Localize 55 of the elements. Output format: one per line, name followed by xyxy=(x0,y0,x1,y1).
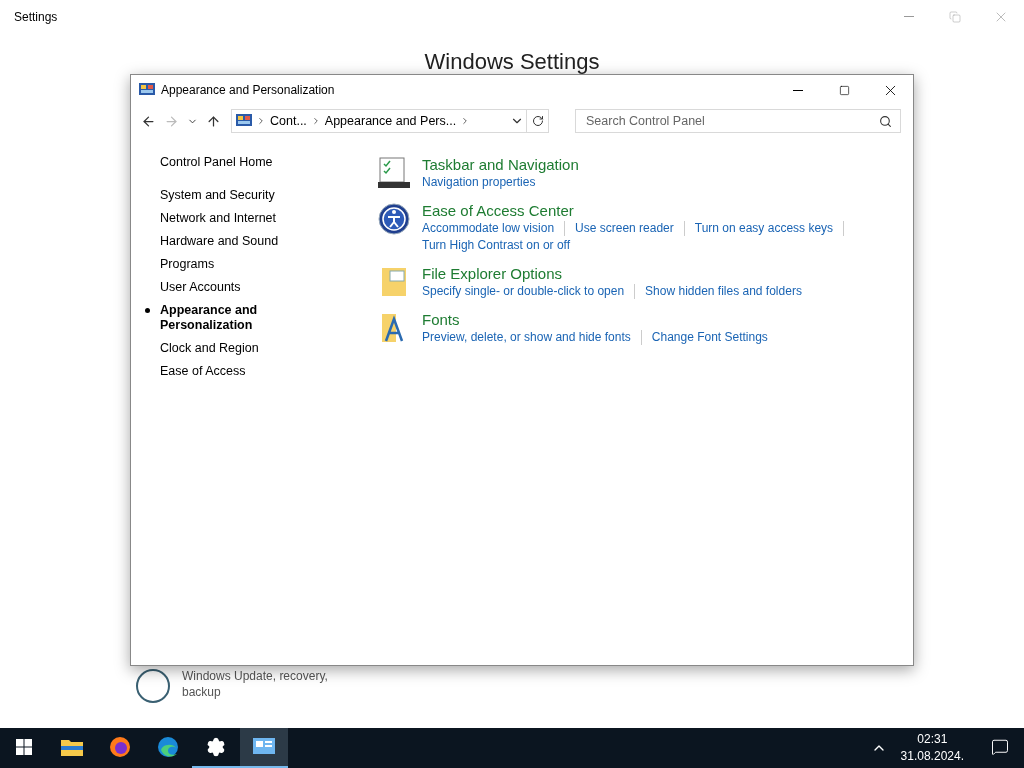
window-title: Settings xyxy=(14,9,58,24)
task-link[interactable]: Accommodate low vision xyxy=(422,221,566,236)
sidebar-item[interactable]: User Accounts xyxy=(144,280,241,295)
restore-icon xyxy=(949,10,961,23)
search-field[interactable]: Search Control Panel xyxy=(575,109,901,133)
sidebar-item[interactable]: Hardware and Sound xyxy=(144,234,279,249)
accessibility-icon xyxy=(378,203,410,235)
sidebar-item[interactable]: Network and Internet xyxy=(144,211,277,226)
category-title[interactable]: Taskbar and Navigation xyxy=(422,155,579,175)
settings-icon xyxy=(206,737,226,757)
task-link[interactable]: Use screen reader xyxy=(575,221,685,236)
category-title[interactable]: File Explorer Options xyxy=(422,264,563,284)
task-link[interactable]: Navigation properties xyxy=(422,175,546,190)
sidebar-item[interactable]: Ease of Access xyxy=(144,364,246,379)
search-icon xyxy=(879,114,892,128)
address-bar[interactable]: Cont... Appearance and Pers... xyxy=(231,109,549,133)
browser-fox-icon xyxy=(109,736,131,758)
chevron-icon xyxy=(256,116,266,126)
sidebar-link[interactable]: Control Panel Home xyxy=(144,155,273,170)
clock[interactable]: 02:31 31.08.2024. xyxy=(888,731,976,765)
taskbar-icon xyxy=(378,157,410,189)
date-text: 31.08.2024. xyxy=(900,748,964,765)
maximize-icon xyxy=(838,84,850,96)
category-title[interactable]: Fonts xyxy=(422,310,460,330)
folder-options-icon xyxy=(380,266,408,298)
control-panel-icon xyxy=(139,83,155,97)
task-link[interactable]: Turn on easy access keys xyxy=(694,221,845,236)
notification-icon xyxy=(991,738,1009,756)
page-heading: Windows Settings xyxy=(424,49,600,75)
sidebar-item[interactable]: Appearance and Personalization xyxy=(144,303,350,333)
category-title[interactable]: Ease of Access Center xyxy=(422,201,574,221)
category-description: Windows Update, recovery, backup xyxy=(182,668,329,701)
refresh-icon xyxy=(531,115,544,127)
control-panel-icon xyxy=(253,738,275,756)
sidebar-item[interactable]: Programs xyxy=(144,257,215,272)
time-text: 02:31 xyxy=(917,731,948,748)
update-icon xyxy=(136,669,170,703)
breadcrumb-item[interactable]: Cont... xyxy=(266,114,311,128)
folder-icon xyxy=(61,738,83,756)
task-link[interactable]: Preview, delete, or show and hide fonts xyxy=(422,330,642,345)
task-link[interactable]: Turn High Contrast on or off xyxy=(422,238,581,253)
browser-wave-icon xyxy=(157,736,179,758)
sidebar-item[interactable]: Clock and Region xyxy=(144,341,259,356)
dialog-title: Appearance and Personalization xyxy=(161,83,335,97)
task-link[interactable]: Change Font Settings xyxy=(651,330,778,345)
sidebar-item[interactable]: System and Security xyxy=(144,188,275,203)
minimize-icon xyxy=(904,16,914,17)
control-panel-icon xyxy=(236,114,252,128)
breadcrumb-item[interactable]: Appearance and Pers... xyxy=(320,114,461,128)
task-link[interactable]: Specify single- or double-click to open xyxy=(422,284,636,299)
taskbar-app[interactable] xyxy=(240,728,288,768)
windows-logo-icon xyxy=(16,739,32,755)
minimize-icon xyxy=(793,89,803,91)
task-link[interactable]: Show hidden files and folders xyxy=(645,284,812,299)
forward-arrow-icon xyxy=(164,113,179,129)
